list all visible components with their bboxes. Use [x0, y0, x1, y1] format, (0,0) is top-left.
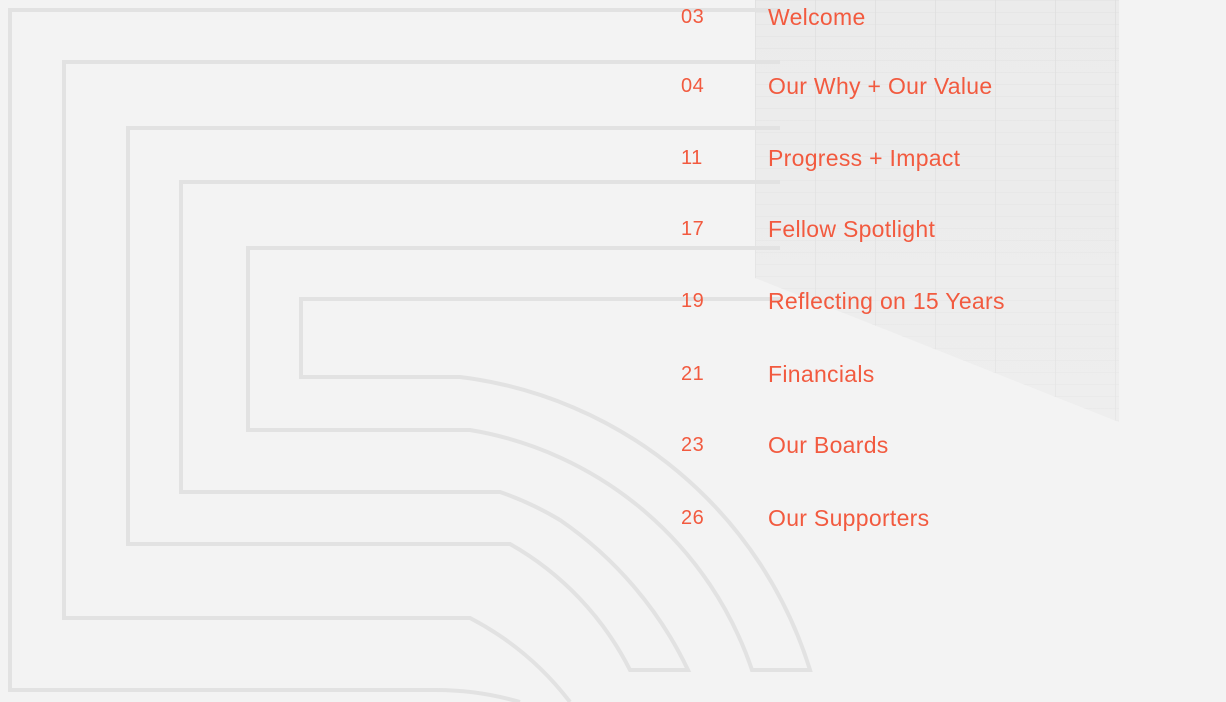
toc-title: Fellow Spotlight: [768, 215, 936, 242]
toc-page-number: 04: [681, 74, 705, 97]
toc-item-our-why-our-value[interactable]: 04 Our Why + Our Value: [681, 69, 1121, 103]
toc-page-number: 19: [681, 289, 705, 312]
toc-title: Our Boards: [768, 431, 889, 458]
toc-item-reflecting-on-15-years[interactable]: 19 Reflecting on 15 Years: [681, 284, 1121, 318]
toc-page-number: 03: [681, 5, 705, 28]
toc-title: Our Why + Our Value: [768, 72, 993, 99]
table-of-contents: 03 Welcome 04 Our Why + Our Value 11 Pro…: [681, 0, 1121, 560]
toc-page-number: 17: [681, 217, 705, 240]
toc-title: Welcome: [768, 3, 866, 30]
toc-title: Our Supporters: [768, 504, 930, 531]
toc-page-number: 23: [681, 433, 705, 456]
table-of-contents-page: 03 Welcome 04 Our Why + Our Value 11 Pro…: [0, 0, 1226, 702]
toc-page-number: 21: [681, 362, 705, 385]
toc-page-number: 11: [681, 146, 703, 169]
toc-title: Financials: [768, 360, 875, 387]
toc-title: Reflecting on 15 Years: [768, 287, 1005, 314]
toc-page-number: 26: [681, 506, 705, 529]
toc-item-progress-impact[interactable]: 11 Progress + Impact: [681, 141, 1121, 175]
toc-item-welcome[interactable]: 03 Welcome: [681, 0, 1121, 34]
toc-item-financials[interactable]: 21 Financials: [681, 357, 1121, 391]
toc-item-our-supporters[interactable]: 26 Our Supporters: [681, 501, 1121, 535]
toc-item-fellow-spotlight[interactable]: 17 Fellow Spotlight: [681, 212, 1121, 246]
toc-title: Progress + Impact: [768, 144, 961, 171]
toc-item-our-boards[interactable]: 23 Our Boards: [681, 428, 1121, 462]
